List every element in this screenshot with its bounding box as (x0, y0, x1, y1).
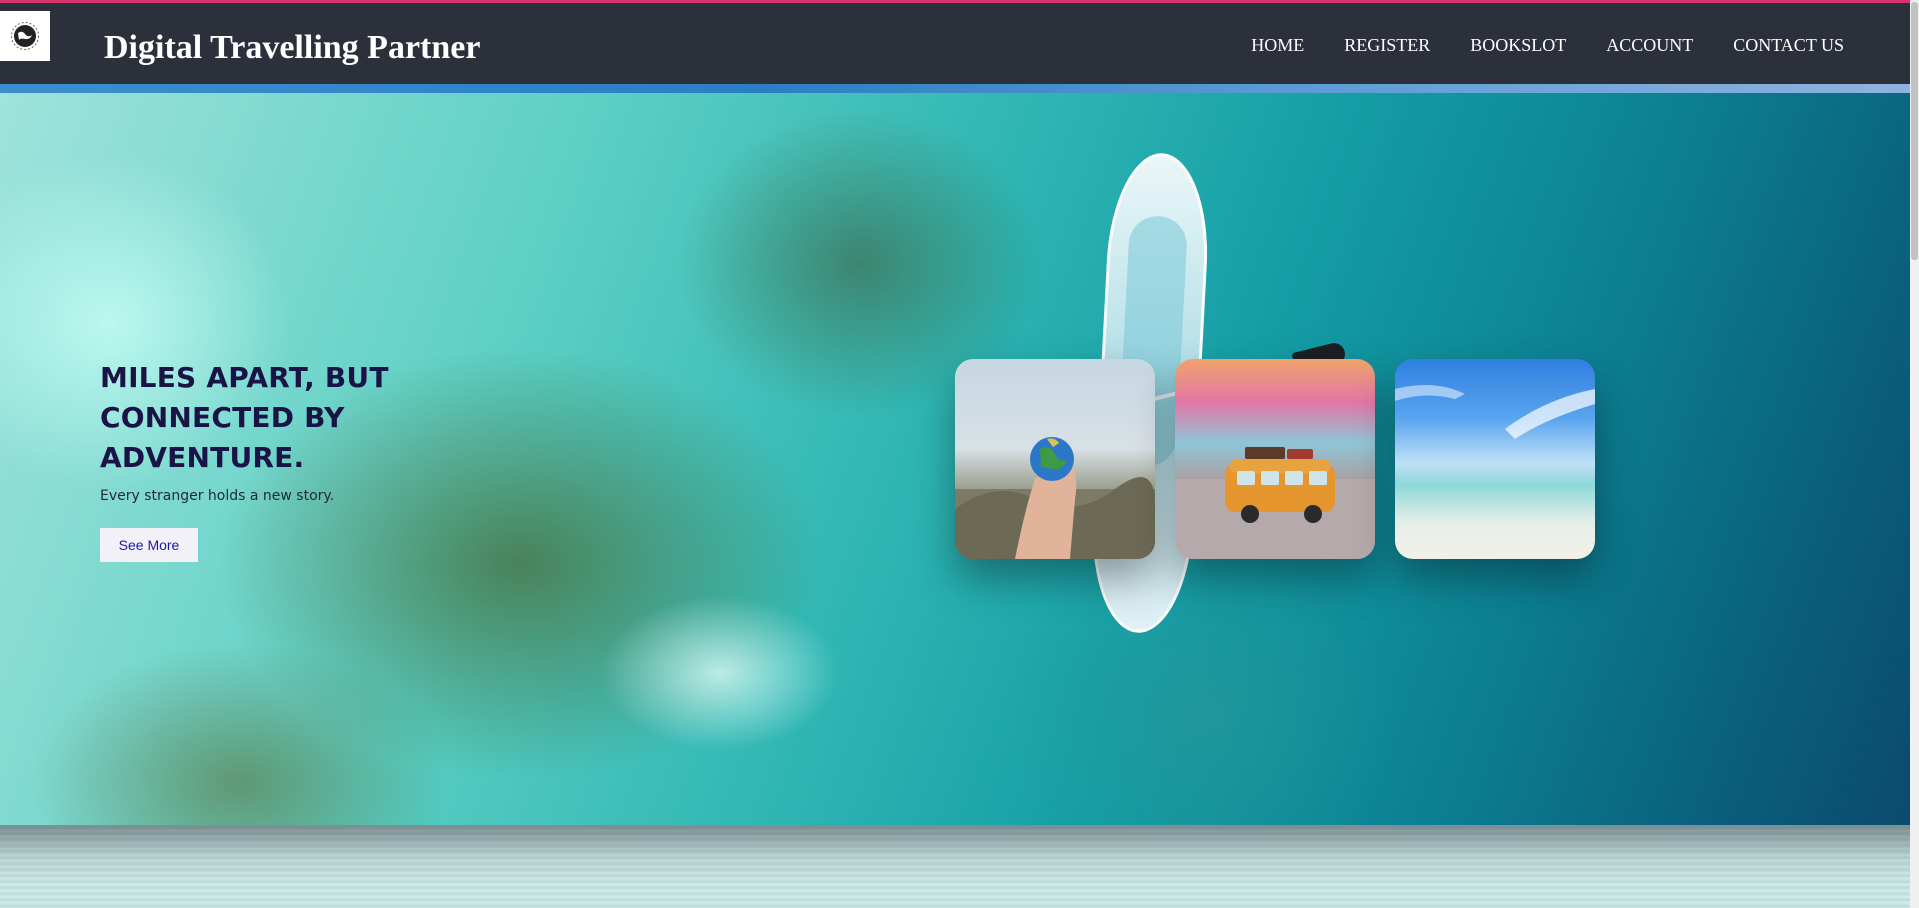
nav-home[interactable]: HOME (1251, 35, 1304, 56)
nav-account[interactable]: ACCOUNT (1606, 35, 1693, 56)
see-more-button[interactable]: See More (100, 528, 198, 562)
navbar: Digital Travelling Partner HOME REGISTER… (0, 0, 1910, 84)
globe-logo-icon (11, 22, 39, 50)
globe-in-hand-image (955, 437, 1155, 559)
hero-subtitle: Every stranger holds a new story. (100, 488, 335, 504)
slide-card-beach[interactable] (1395, 359, 1595, 559)
hero-heading: MILES APART, BUT CONNECTED BY ADVENTURE. (100, 361, 389, 474)
slide-card-van[interactable] (1175, 359, 1375, 559)
beach-image (1395, 385, 1595, 439)
nav-contact-us[interactable]: CONTACT US (1733, 35, 1844, 56)
nav-register[interactable]: REGISTER (1344, 35, 1430, 56)
scrollbar-thumb[interactable] (1911, 2, 1918, 260)
toy-van-image (1175, 447, 1375, 559)
next-section-preview (0, 825, 1910, 908)
slide-card-globe[interactable] (955, 359, 1155, 559)
hero-banner: MILES APART, BUT CONNECTED BY ADVENTURE.… (0, 93, 1910, 825)
nav-accent-stripe (0, 84, 1910, 93)
brand-title: Digital Travelling Partner (104, 29, 481, 66)
nav-links: HOME REGISTER BOOKSLOT ACCOUNT CONTACT U… (1251, 35, 1844, 56)
site-logo[interactable] (0, 11, 50, 61)
nav-bookslot[interactable]: BOOKSLOT (1470, 35, 1566, 56)
